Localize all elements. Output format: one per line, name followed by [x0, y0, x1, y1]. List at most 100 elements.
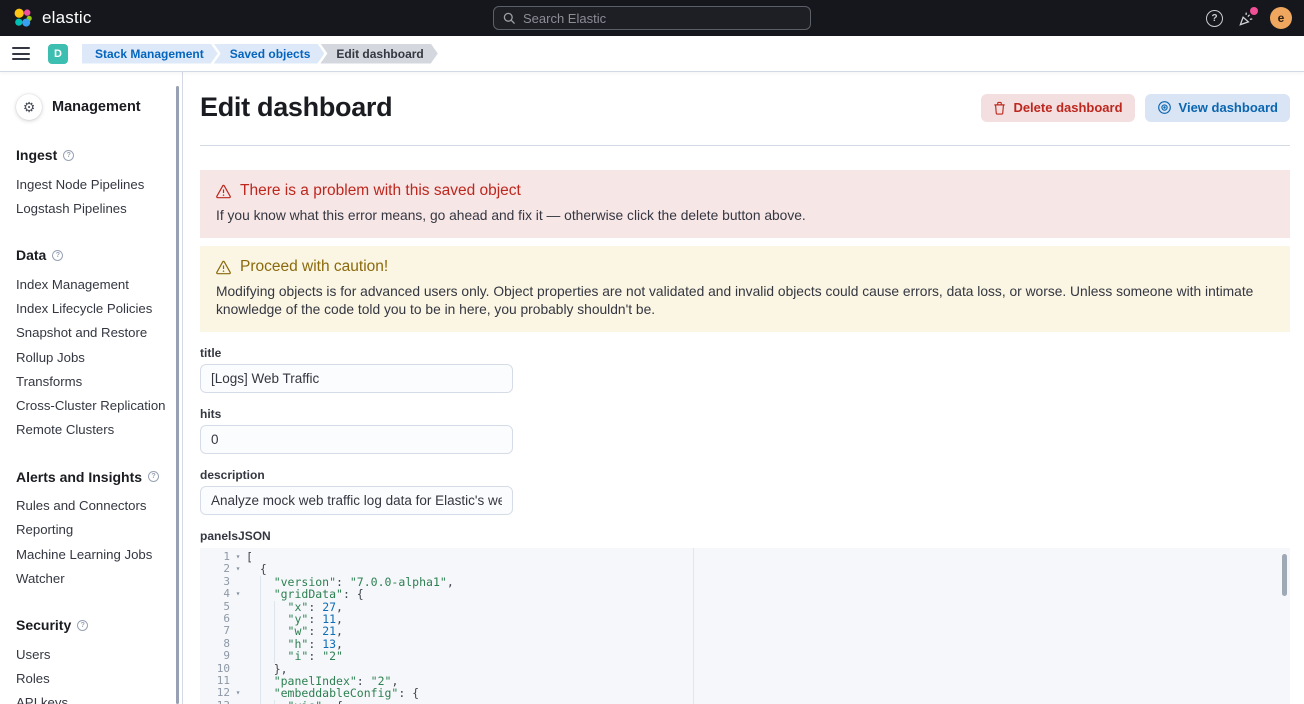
eye-icon — [1157, 100, 1172, 115]
line-number: 7 — [200, 625, 230, 637]
panels-json-editor[interactable]: 1▾[2▾ {3 "version": "7.0.0-alpha1",4▾ "g… — [200, 548, 1290, 704]
panels-json-label: panelsJSON — [200, 529, 1290, 543]
sidebar-item-logstash-pipelines[interactable]: Logstash Pipelines — [16, 196, 172, 220]
elastic-logo-icon — [12, 7, 34, 29]
top-header-bar: elastic ? e — [0, 0, 1304, 36]
fold-toggle-icon[interactable]: ▾ — [230, 563, 246, 575]
code-text: "vis": { — [246, 700, 343, 704]
app-window: elastic ? e D Stack ManagementSaved obje… — [0, 0, 1304, 704]
sidebar-section-alerts-and-insights: Alerts and Insights? Rules and Connectors… — [16, 469, 172, 591]
code-line: 12▾ "embeddableConfig": { — [200, 687, 1290, 699]
breadcrumb: Stack ManagementSaved objectsEdit dashbo… — [82, 44, 438, 64]
header-divider — [200, 145, 1290, 146]
section-help-icon: ? — [52, 250, 63, 261]
sidebar-item-users[interactable]: Users — [16, 642, 172, 666]
section-heading: Data? — [16, 247, 172, 263]
code-line: 7 "w": 21, — [200, 625, 1290, 637]
view-dashboard-label: View dashboard — [1179, 100, 1278, 115]
error-callout-body: If you know what this error means, go ah… — [216, 207, 1274, 225]
logo-text: elastic — [42, 8, 92, 28]
sidebar-title: Management — [52, 99, 141, 115]
code-line: 6 "y": 11, — [200, 613, 1290, 625]
main-content: Edit dashboard Delete dashboard View — [183, 72, 1304, 704]
sidebar-item-index-lifecycle-policies[interactable]: Index Lifecycle Policies — [16, 297, 172, 321]
code-text: { — [246, 563, 267, 575]
global-search[interactable] — [493, 6, 811, 30]
breadcrumb-stack-management[interactable]: Stack Management — [82, 44, 218, 64]
delete-dashboard-button[interactable]: Delete dashboard — [981, 94, 1134, 122]
field-label: description — [200, 468, 1290, 482]
gear-icon: ⚙ — [16, 94, 42, 120]
delete-dashboard-label: Delete dashboard — [1013, 100, 1122, 115]
line-number: 2 — [200, 563, 230, 575]
breadcrumb-bar: D Stack ManagementSaved objectsEdit dash… — [0, 36, 1304, 72]
sidebar-section-data: Data? Index ManagementIndex Lifecycle Pol… — [16, 247, 172, 441]
sidebar-item-machine-learning-jobs[interactable]: Machine Learning Jobs — [16, 542, 172, 566]
search-icon — [503, 12, 516, 25]
sidebar-item-api-keys[interactable]: API keys — [16, 691, 172, 704]
fold-toggle-icon[interactable]: ▾ — [230, 687, 246, 699]
section-heading: Alerts and Insights? — [16, 469, 172, 485]
section-heading: Security? — [16, 617, 172, 633]
fold-toggle-icon[interactable]: ▾ — [230, 588, 246, 600]
sidebar-item-rollup-jobs[interactable]: Rollup Jobs — [16, 345, 172, 369]
sidebar-item-rules-and-connectors[interactable]: Rules and Connectors — [16, 494, 172, 518]
code-line: 4▾ "gridData": { — [200, 588, 1290, 600]
newsfeed-icon[interactable] — [1238, 10, 1255, 27]
caution-callout-title: Proceed with caution! — [240, 258, 388, 276]
section-help-icon: ? — [63, 150, 74, 161]
breadcrumb-edit-dashboard: Edit dashboard — [320, 44, 437, 64]
search-input[interactable] — [523, 11, 801, 26]
notification-dot — [1250, 7, 1258, 15]
title-input[interactable] — [200, 364, 513, 393]
caution-callout: Proceed with caution! Modifying objects … — [200, 246, 1290, 332]
space-avatar[interactable]: D — [48, 44, 68, 64]
field-description: description — [200, 468, 1290, 515]
field-label: title — [200, 346, 1290, 360]
section-help-icon: ? — [77, 620, 88, 631]
sidebar-item-reporting[interactable]: Reporting — [16, 518, 172, 542]
breadcrumb-saved-objects[interactable]: Saved objects — [214, 44, 325, 64]
page-title: Edit dashboard — [200, 92, 392, 123]
field-label: hits — [200, 407, 1290, 421]
warning-icon — [216, 260, 231, 275]
error-callout-title: There is a problem with this saved objec… — [240, 182, 521, 200]
description-input[interactable] — [200, 486, 513, 515]
line-number: 12 — [200, 687, 230, 699]
line-number: 9 — [200, 650, 230, 662]
trash-icon — [993, 101, 1006, 115]
help-icon[interactable]: ? — [1206, 10, 1223, 27]
code-line: 13▾ "vis": { — [200, 700, 1290, 704]
line-number: 4 — [200, 588, 230, 600]
elastic-logo[interactable]: elastic — [12, 7, 92, 29]
hits-input[interactable] — [200, 425, 513, 454]
code-line: 9 "i": "2" — [200, 650, 1290, 662]
line-number: 13 — [200, 700, 230, 704]
code-text: "i": "2" — [246, 650, 343, 662]
sidebar-section-security: Security?UsersRolesAPI keysRole Mappings — [16, 617, 172, 704]
user-avatar[interactable]: e — [1270, 7, 1292, 29]
sidebar-item-watcher[interactable]: Watcher — [16, 566, 172, 590]
code-line: 1▾[ — [200, 551, 1290, 563]
sidebar-item-transforms[interactable]: Transforms — [16, 369, 172, 393]
fold-toggle-icon[interactable]: ▾ — [230, 551, 246, 563]
menu-icon[interactable] — [12, 47, 30, 60]
warning-icon — [216, 184, 231, 199]
sidebar-section-ingest: Ingest? Ingest Node PipelinesLogstash Pip… — [16, 147, 172, 220]
sidebar-item-remote-clusters[interactable]: Remote Clusters — [16, 418, 172, 442]
field-hits: hits — [200, 407, 1290, 454]
code-line: 5 "x": 27, — [200, 601, 1290, 613]
sidebar-item-snapshot-and-restore[interactable]: Snapshot and Restore — [16, 321, 172, 345]
view-dashboard-button[interactable]: View dashboard — [1145, 94, 1290, 122]
fold-toggle-icon[interactable]: ▾ — [230, 700, 246, 704]
sidebar-item-index-management[interactable]: Index Management — [16, 272, 172, 296]
sidebar-scrollbar[interactable] — [176, 86, 179, 704]
sidebar-item-cross-cluster-replication[interactable]: Cross-Cluster Replication — [16, 393, 172, 417]
caution-callout-body: Modifying objects is for advanced users … — [216, 283, 1274, 319]
sidebar-item-ingest-node-pipelines[interactable]: Ingest Node Pipelines — [16, 172, 172, 196]
section-heading: Ingest? — [16, 147, 172, 163]
field-title: title — [200, 346, 1290, 393]
sidebar-item-roles[interactable]: Roles — [16, 667, 172, 691]
error-callout: There is a problem with this saved objec… — [200, 170, 1290, 238]
management-sidebar: ⚙ Management Ingest? Ingest Node Pipeline… — [0, 72, 183, 704]
